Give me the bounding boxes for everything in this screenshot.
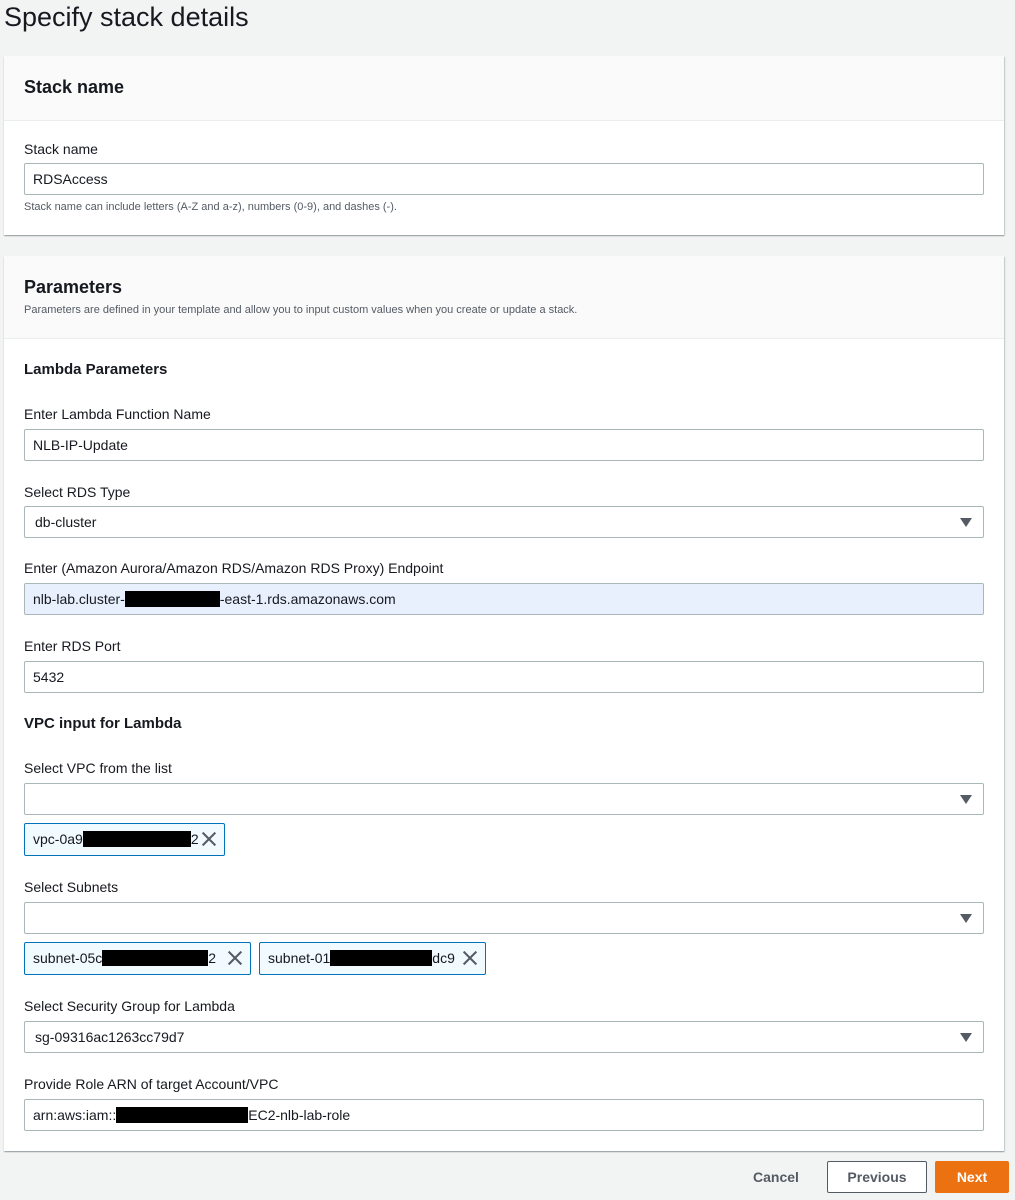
redacted-block (82, 831, 191, 847)
vpc-token-suffix: 2 (190, 831, 199, 847)
vpc-input-heading: VPC input for Lambda (24, 715, 182, 732)
function-name-label: Enter Lambda Function Name (24, 406, 211, 422)
remove-icon[interactable] (463, 951, 477, 965)
function-name-value: NLB-IP-Update (33, 437, 128, 453)
endpoint-label: Enter (Amazon Aurora/Amazon RDS/Amazon R… (24, 560, 444, 576)
stack-name-panel-header: Stack name (4, 56, 1004, 121)
remove-icon[interactable] (228, 951, 242, 965)
redacted-block (124, 591, 220, 608)
stack-name-panel: Stack name Stack name RDSAccess Stack na… (4, 56, 1004, 235)
rds-type-label: Select RDS Type (24, 484, 131, 500)
rds-type-select[interactable]: db-cluster (24, 506, 984, 538)
endpoint-value-suffix: -east-1.rds.amazonaws.com (219, 591, 396, 607)
subnet-token-suffix: dc9 (432, 950, 455, 966)
rds-port-input[interactable]: 5432 (24, 661, 984, 693)
parameters-description: Parameters are defined in your template … (24, 304, 578, 316)
redacted-block (102, 950, 209, 966)
parameters-heading: Parameters (24, 277, 123, 297)
subnet-token-suffix: 2 (208, 950, 217, 966)
subnets-select[interactable] (24, 902, 984, 934)
vpc-token-prefix: vpc-0a9 (33, 831, 83, 847)
stack-name-input-value: RDSAccess (33, 171, 108, 187)
parameters-panel-header: Parameters Parameters are defined in you… (4, 256, 1004, 339)
subnet-token-prefix: subnet-05c (33, 950, 103, 966)
vpc-select[interactable] (24, 783, 984, 815)
rds-port-value: 5432 (33, 669, 65, 685)
role-arn-label: Provide Role ARN of target Account/VPC (24, 1076, 279, 1092)
security-group-select[interactable]: sg-09316ac1263cc79d7 (24, 1021, 984, 1053)
stack-name-heading: Stack name (24, 77, 125, 97)
function-name-input[interactable]: NLB-IP-Update (24, 429, 984, 461)
redacted-block (330, 950, 433, 966)
caret-down-icon (960, 795, 972, 804)
lambda-parameters-heading: Lambda Parameters (24, 361, 168, 378)
security-group-value: sg-09316ac1263cc79d7 (35, 1029, 185, 1045)
stack-name-input[interactable]: RDSAccess (24, 163, 984, 195)
stack-name-label: Stack name (24, 141, 98, 157)
subnet-token: subnet-01 dc9 (259, 942, 486, 975)
role-arn-value-prefix: arn:aws:iam:: (33, 1107, 117, 1123)
rds-type-value: db-cluster (35, 514, 97, 530)
subnet-token-prefix: subnet-01 (268, 950, 331, 966)
security-group-label: Select Security Group for Lambda (24, 998, 235, 1014)
previous-button[interactable]: Previous (827, 1161, 927, 1193)
endpoint-input[interactable]: nlb-lab.cluster- -east-1.rds.amazonaws.co… (24, 583, 984, 615)
role-arn-value-suffix: EC2-nlb-lab-role (248, 1107, 351, 1123)
redacted-block (116, 1107, 249, 1124)
caret-down-icon (960, 914, 972, 923)
endpoint-value-prefix: nlb-lab.cluster- (33, 591, 125, 607)
role-arn-input[interactable]: arn:aws:iam:: EC2-nlb-lab-role (24, 1099, 984, 1131)
next-button[interactable]: Next (935, 1161, 1009, 1193)
remove-icon[interactable] (202, 832, 216, 846)
caret-down-icon (960, 1033, 972, 1042)
subnet-token: subnet-05c 2 (24, 942, 251, 975)
rds-port-label: Enter RDS Port (24, 638, 121, 654)
page-title: Specify stack details (4, 2, 249, 32)
subnets-label: Select Subnets (24, 879, 119, 895)
parameters-panel: Parameters Parameters are defined in you… (4, 256, 1004, 1151)
vpc-label: Select VPC from the list (24, 760, 172, 776)
caret-down-icon (960, 518, 972, 527)
stack-name-hint: Stack name can include letters (A-Z and … (24, 201, 397, 213)
cancel-button[interactable]: Cancel (741, 1161, 811, 1193)
vpc-token: vpc-0a9 2 (24, 823, 225, 856)
